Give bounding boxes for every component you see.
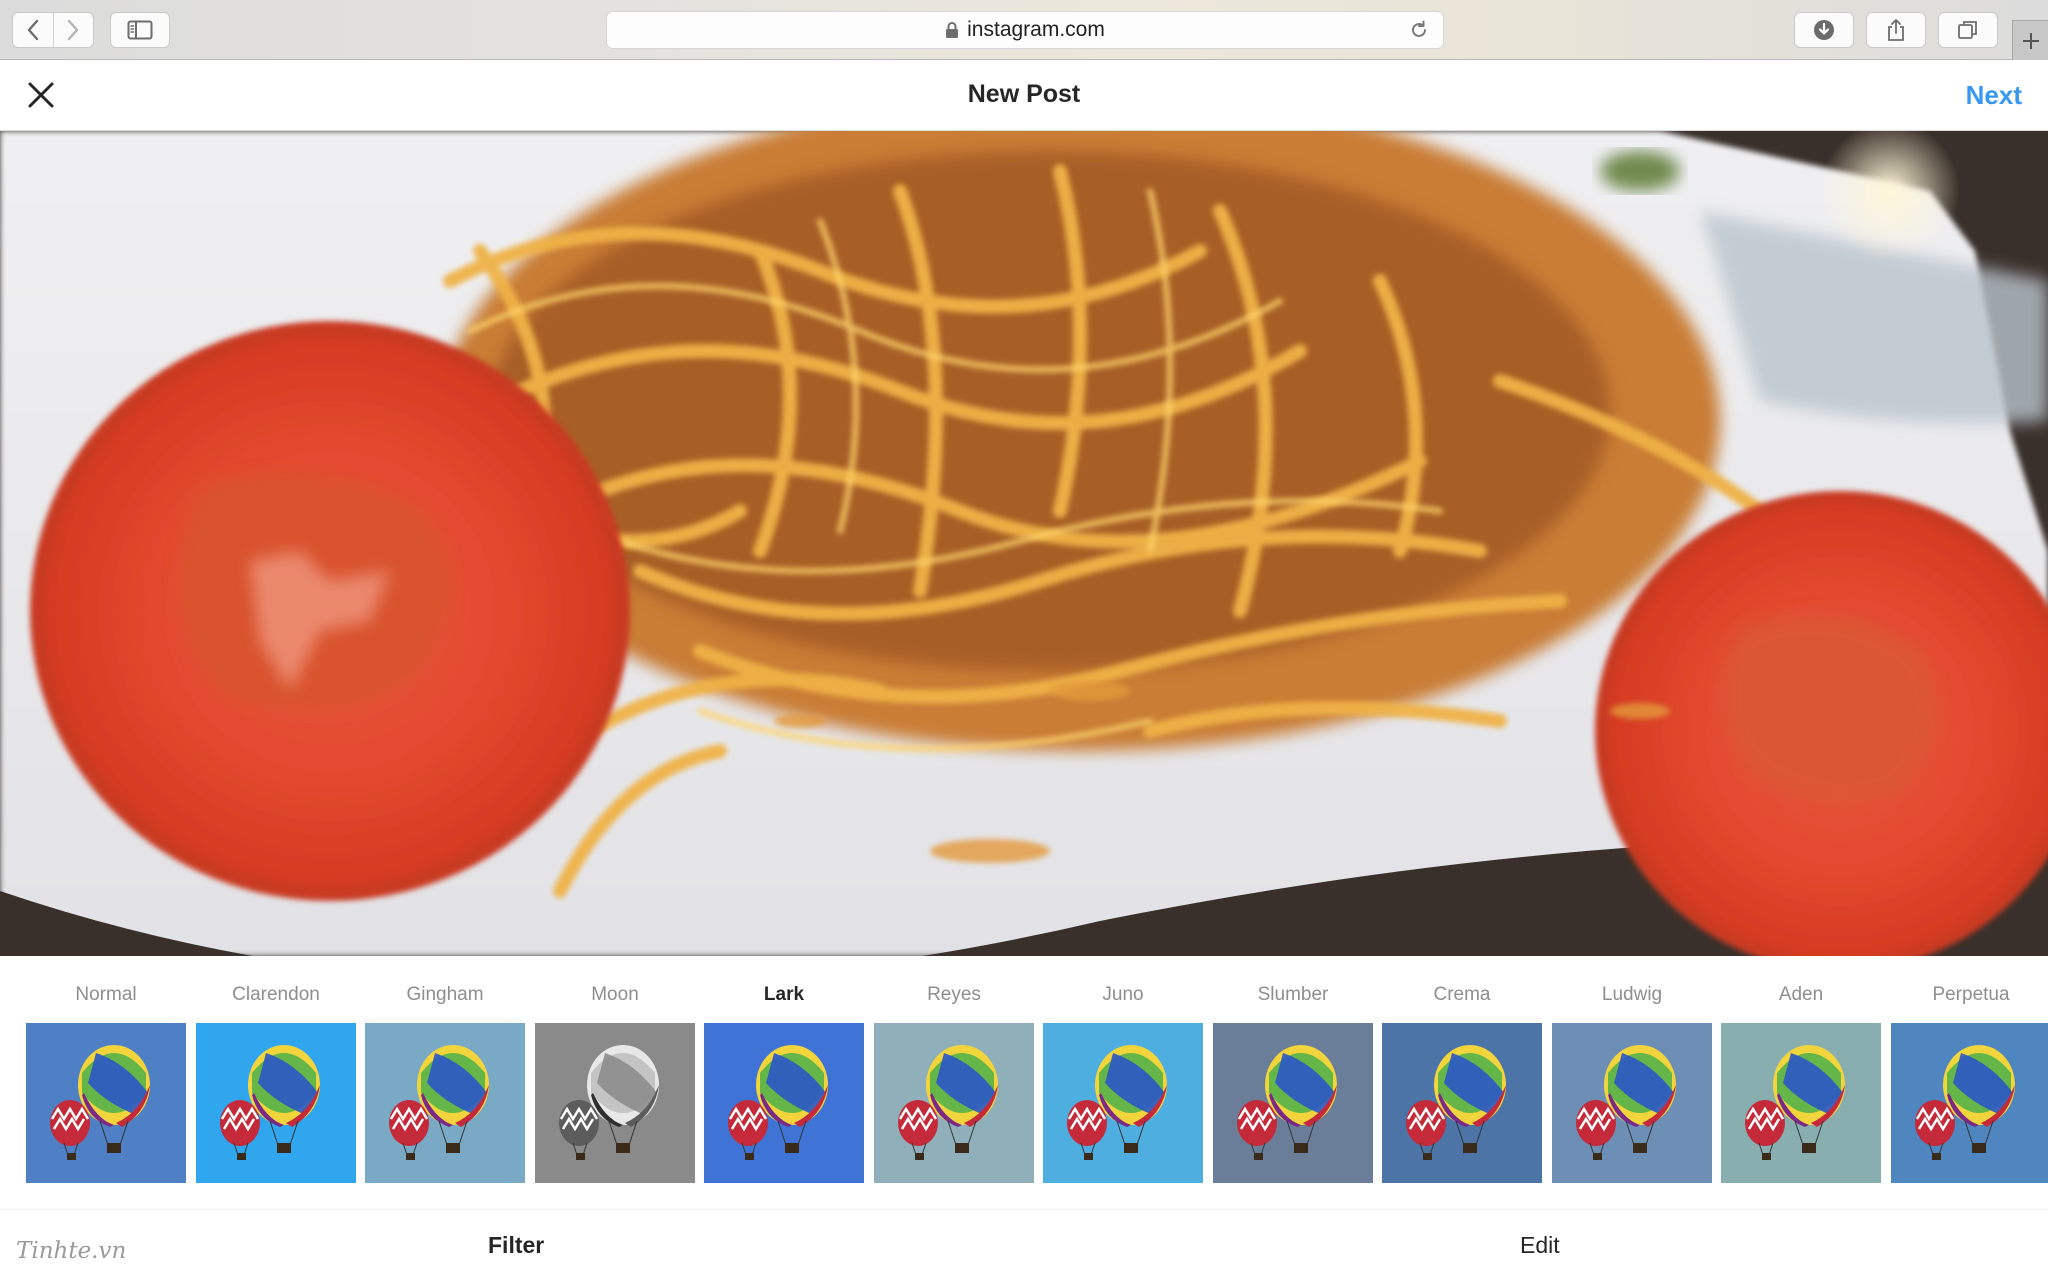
filter-label: Perpetua (1932, 984, 2010, 1005)
filter-moon[interactable]: Moon (535, 956, 695, 1186)
sidebar-button[interactable] (110, 12, 170, 48)
filter-thumbnail (874, 1023, 1034, 1183)
filter-slumber[interactable]: Slumber (1213, 956, 1373, 1186)
downloads-button[interactable] (1794, 12, 1854, 48)
next-button[interactable]: Next (1966, 80, 2022, 111)
browser-toolbar: instagram.com (0, 0, 2048, 60)
reload-icon (1412, 20, 1426, 37)
back-button[interactable] (13, 13, 53, 47)
filter-thumbnail (26, 1023, 186, 1183)
watermark: Tinhte.vn (16, 1238, 127, 1264)
tabs-icon (1958, 21, 1977, 39)
page-title: New Post (967, 80, 1081, 108)
tab-edit[interactable]: Edit (1520, 1232, 1560, 1259)
forward-button[interactable] (52, 13, 94, 47)
filter-lark[interactable]: Lark (704, 956, 864, 1186)
nav-buttons (12, 12, 94, 48)
filter-reyes[interactable]: Reyes (874, 956, 1034, 1186)
chevron-left-icon (27, 19, 38, 41)
filter-ludwig[interactable]: Ludwig (1552, 956, 1712, 1186)
sidebar-icon (127, 20, 153, 40)
filter-gingham[interactable]: Gingham (365, 956, 525, 1186)
filter-normal[interactable]: Normal (26, 956, 186, 1186)
chevron-right-icon (68, 19, 79, 41)
tab-filter[interactable]: Filter (488, 1232, 544, 1259)
filter-thumbnail (704, 1023, 864, 1183)
filter-thumbnail (1213, 1023, 1373, 1183)
filter-thumbnail (1721, 1023, 1881, 1183)
address-bar[interactable]: instagram.com (606, 11, 1444, 49)
filter-thumbnail (196, 1023, 356, 1183)
post-header: New Post Next (0, 60, 2048, 131)
download-icon (1814, 20, 1834, 40)
filter-juno[interactable]: Juno (1043, 956, 1203, 1186)
filter-clarendon[interactable]: Clarendon (196, 956, 356, 1186)
url-text: instagram.com (967, 18, 1105, 41)
new-tab-button[interactable] (2012, 20, 2048, 60)
photo-preview (0, 131, 2048, 956)
filter-thumbnail (1552, 1023, 1712, 1183)
spaghetti-photo (0, 131, 2048, 956)
lock-icon (946, 22, 959, 38)
filter-thumbnail (1043, 1023, 1203, 1183)
filter-aden[interactable]: Aden (1721, 956, 1881, 1186)
share-icon (1888, 19, 1904, 41)
filter-thumbnail (535, 1023, 695, 1183)
share-button[interactable] (1866, 12, 1926, 48)
bottom-tabs: Tinhte.vn Filter Edit (0, 1210, 2048, 1280)
filter-thumbnail (1891, 1023, 2048, 1183)
filter-crema[interactable]: Crema (1382, 956, 1542, 1186)
filter-thumbnail (365, 1023, 525, 1183)
filter-perpetua[interactable]: Perpetua (1891, 956, 2048, 1186)
tab-overview-button[interactable] (1938, 12, 1998, 48)
filter-strip: Normal Clarendon Gingham Moon Lark Reyes Juno S… (0, 956, 2048, 1210)
filter-thumbnail (1382, 1023, 1542, 1183)
plus-icon (2022, 32, 2039, 49)
reload-button[interactable] (1409, 20, 1429, 45)
